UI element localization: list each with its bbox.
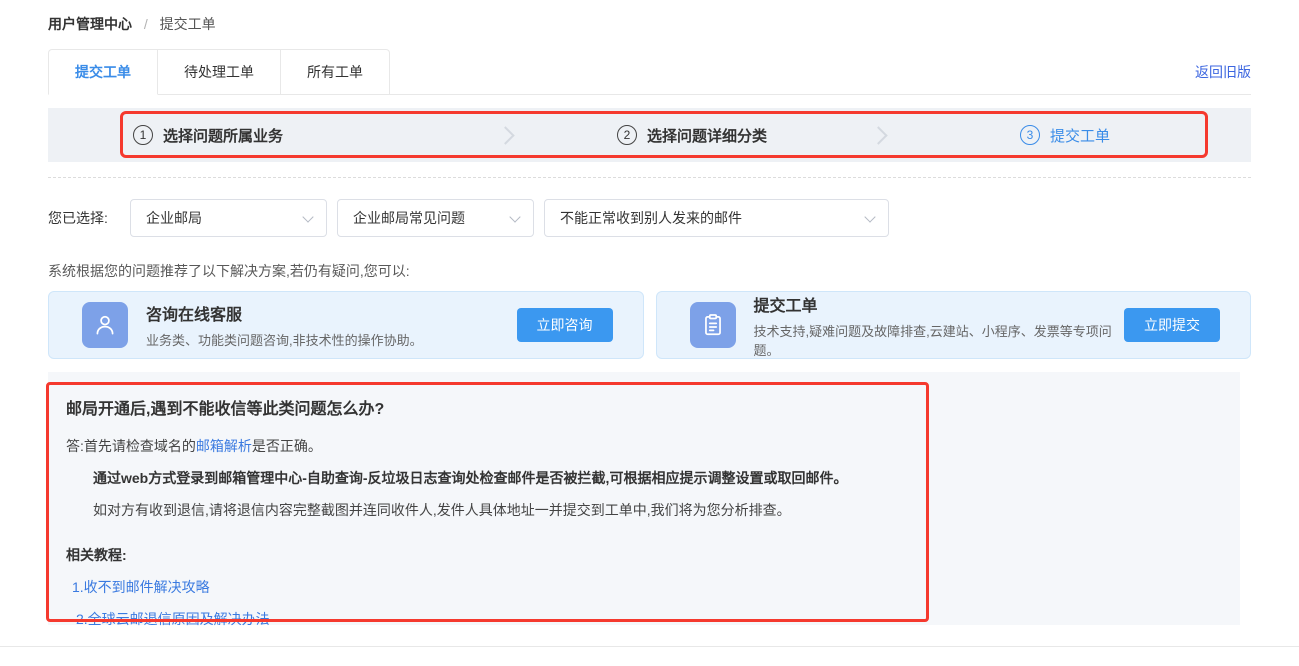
step-3: 3 提交工单 bbox=[879, 125, 1251, 146]
faq-question: 邮局开通后,遇到不能收信等此类问题怎么办? bbox=[66, 395, 906, 419]
selection-row: 您已选择: 企业邮局 企业邮局常见问题 不能正常收到别人发来的邮件 bbox=[48, 199, 899, 237]
category-select-value: 企业邮局常见问题 bbox=[353, 210, 465, 226]
submit-ticket-card: 提交工单 技术支持,疑难问题及故障排查,云建站、小程序、发票等专项问题。 立即提… bbox=[656, 291, 1252, 359]
selection-label: 您已选择: bbox=[48, 208, 130, 228]
tutorial-link-2[interactable]: 2.全球云邮退信原因及解决办法 bbox=[66, 609, 906, 629]
online-service-card-text: 咨询在线客服 业务类、功能类问题咨询,非技术性的操作协助。 bbox=[146, 301, 517, 349]
submit-ticket-title: 提交工单 bbox=[754, 292, 1125, 316]
step-2-label: 选择问题详细分类 bbox=[647, 125, 767, 146]
breadcrumb-separator: / bbox=[144, 16, 148, 32]
business-select[interactable]: 企业邮局 bbox=[130, 199, 327, 237]
faq-answer-line: 答:首先请检查域名的邮箱解析是否正确。 bbox=[66, 436, 906, 457]
faq-content: 邮局开通后,遇到不能收信等此类问题怎么办? 答:首先请检查域名的邮箱解析是否正确… bbox=[66, 395, 906, 629]
online-service-title: 咨询在线客服 bbox=[146, 301, 517, 325]
detail-issue-select-value: 不能正常收到别人发来的邮件 bbox=[560, 210, 742, 226]
step-3-number-icon: 3 bbox=[1020, 125, 1040, 145]
breadcrumb-current: 提交工单 bbox=[160, 16, 216, 32]
step-bar: 1 选择问题所属业务 2 选择问题详细分类 3 提交工单 bbox=[48, 108, 1251, 162]
consult-now-button[interactable]: 立即咨询 bbox=[517, 308, 613, 342]
submit-ticket-description: 技术支持,疑难问题及故障排查,云建站、小程序、发票等专项问题。 bbox=[754, 321, 1125, 359]
dashed-divider bbox=[48, 177, 1251, 178]
clipboard-icon bbox=[690, 302, 736, 348]
person-icon bbox=[82, 302, 128, 348]
submit-now-button[interactable]: 立即提交 bbox=[1124, 308, 1220, 342]
online-service-card: 咨询在线客服 业务类、功能类问题咨询,非技术性的操作协助。 立即咨询 bbox=[48, 291, 644, 359]
step-1-label: 选择问题所属业务 bbox=[163, 125, 283, 146]
faq-line-web-check: 通过web方式登录到邮箱管理中心-自助查询-反垃圾日志查询处检查邮件是否被拦截,… bbox=[66, 468, 906, 489]
tutorials-label: 相关教程: bbox=[66, 545, 906, 565]
breadcrumb-root[interactable]: 用户管理中心 bbox=[48, 16, 132, 32]
submit-ticket-card-text: 提交工单 技术支持,疑难问题及故障排查,云建站、小程序、发票等专项问题。 bbox=[754, 292, 1125, 359]
faq-answer-prefix: 答:首先请检查域名的 bbox=[66, 438, 196, 454]
breadcrumb: 用户管理中心 / 提交工单 bbox=[48, 14, 216, 34]
business-select-value: 企业邮局 bbox=[146, 210, 202, 226]
chevron-down-icon bbox=[864, 211, 875, 222]
detail-issue-select[interactable]: 不能正常收到别人发来的邮件 bbox=[544, 199, 889, 237]
step-1: 1 选择问题所属业务 bbox=[48, 125, 505, 146]
step-1-number-icon: 1 bbox=[133, 125, 153, 145]
tab-pending-tickets[interactable]: 待处理工单 bbox=[158, 49, 281, 95]
faq-panel: 邮局开通后,遇到不能收信等此类问题怎么办? 答:首先请检查域名的邮箱解析是否正确… bbox=[48, 372, 1240, 625]
chevron-down-icon bbox=[509, 211, 520, 222]
category-select[interactable]: 企业邮局常见问题 bbox=[337, 199, 534, 237]
mailbox-resolution-link[interactable]: 邮箱解析 bbox=[196, 438, 252, 454]
recommendation-text: 系统根据您的问题推荐了以下解决方案,若仍有疑问,您可以: bbox=[48, 261, 410, 281]
tab-bar: 提交工单 待处理工单 所有工单 bbox=[48, 49, 1251, 95]
tab-submit-ticket[interactable]: 提交工单 bbox=[48, 49, 158, 95]
faq-line-bounce: 如对方有收到退信,请将退信内容完整截图并连同收件人,发件人具体地址一并提交到工单… bbox=[66, 500, 906, 521]
step-2: 2 选择问题详细分类 bbox=[506, 125, 878, 146]
bottom-divider bbox=[0, 646, 1299, 647]
step-2-number-icon: 2 bbox=[617, 125, 637, 145]
step-3-label: 提交工单 bbox=[1050, 125, 1110, 146]
ticket-center-page: 用户管理中心 / 提交工单 返回旧版 提交工单 待处理工单 所有工单 1 选择问… bbox=[0, 0, 1299, 666]
tutorial-link-1[interactable]: 1.收不到邮件解决攻略 bbox=[66, 577, 906, 597]
solution-cards: 咨询在线客服 业务类、功能类问题咨询,非技术性的操作协助。 立即咨询 提交工单 … bbox=[48, 291, 1251, 359]
tab-all-tickets[interactable]: 所有工单 bbox=[281, 49, 390, 95]
online-service-description: 业务类、功能类问题咨询,非技术性的操作协助。 bbox=[146, 330, 517, 349]
faq-answer-suffix: 是否正确。 bbox=[252, 438, 322, 454]
chevron-down-icon bbox=[302, 211, 313, 222]
